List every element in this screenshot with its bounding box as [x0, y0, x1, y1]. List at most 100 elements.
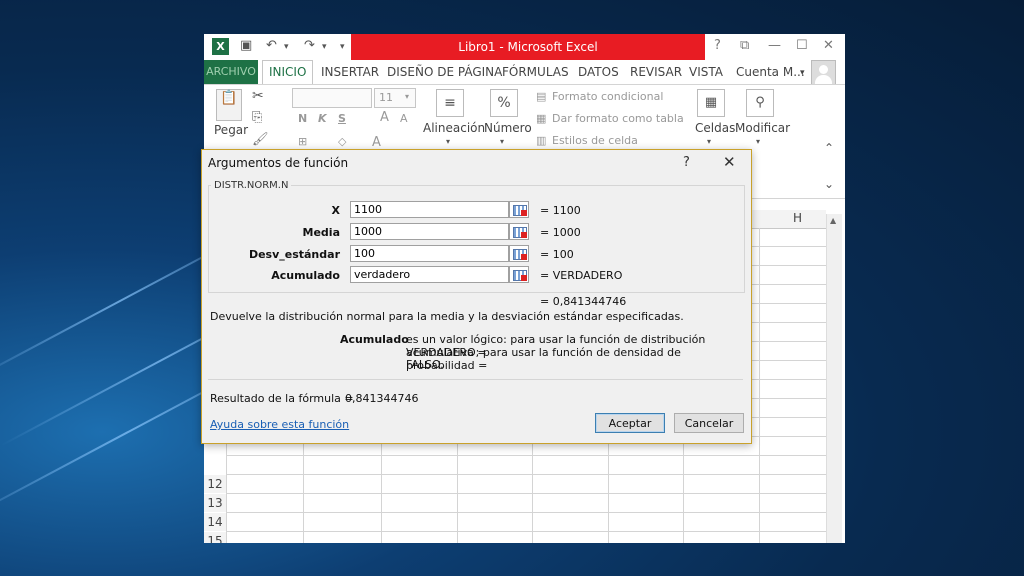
function-description: Devuelve la distribución normal para la … — [210, 310, 684, 323]
range-selector-icon[interactable] — [509, 223, 529, 240]
divider — [208, 379, 743, 380]
font-size-value: 11 — [379, 91, 393, 104]
row-header[interactable]: 15 — [204, 532, 226, 543]
save-icon[interactable]: ▣ — [240, 38, 252, 53]
help-icon[interactable]: ? — [683, 155, 690, 170]
param-description: FALSO. — [406, 358, 444, 371]
dialog-title: Argumentos de función — [208, 156, 349, 170]
range-selector-icon[interactable] — [509, 201, 529, 218]
tab-revisar[interactable]: REVISAR — [630, 65, 682, 79]
decrease-font-icon[interactable]: A — [400, 112, 408, 125]
param-name: Acumulado — [340, 333, 409, 346]
excel-logo-icon: X — [212, 38, 229, 55]
function-name: DISTR.NORM.N — [211, 180, 292, 191]
title-bar: X ▣ ↶ ▾ ↷ ▾ ▾ Libro1 - Microsoft Excel ?… — [204, 34, 845, 60]
ribbon-tabs: ARCHIVO INICIO INSERTAR DISEÑO DE PÁGINA… — [204, 60, 845, 85]
help-icon[interactable]: ? — [714, 38, 721, 53]
redo-dropdown-icon[interactable]: ▾ — [322, 42, 327, 52]
account-name[interactable]: Cuenta M... — [736, 65, 805, 79]
chevron-down-icon: ▾ — [500, 137, 505, 146]
range-selector-icon[interactable] — [509, 245, 529, 262]
arg-input-acumulado[interactable] — [350, 266, 509, 283]
account-dropdown-icon[interactable]: ▾ — [800, 68, 805, 78]
function-arguments-dialog: Argumentos de función ? ✕ DISTR.NORM.N X… — [201, 149, 752, 444]
arg-label-x: X — [331, 204, 340, 217]
increase-font-icon[interactable]: A — [380, 110, 389, 125]
copy-icon[interactable]: ⎘ — [252, 110, 262, 125]
grid-line — [226, 474, 826, 475]
grid-line — [759, 228, 760, 543]
paste-label[interactable]: Pegar — [214, 123, 248, 137]
borders-icon[interactable]: ⊞ — [298, 135, 307, 148]
arg-input-desv[interactable] — [350, 245, 509, 262]
customize-qat-icon[interactable]: ▾ — [340, 42, 345, 52]
overall-result: = 0,841344746 — [540, 295, 627, 308]
row-header[interactable]: 12 — [204, 475, 226, 493]
font-color-icon[interactable]: A — [372, 135, 381, 150]
cut-icon[interactable]: ✂ — [252, 88, 264, 104]
alignment-icon[interactable]: ≡ — [436, 89, 464, 117]
tab-vista[interactable]: VISTA — [689, 65, 723, 79]
alignment-label[interactable]: Alineación — [423, 121, 485, 135]
fill-color-icon[interactable]: ◇ — [338, 135, 346, 148]
font-name-select[interactable] — [292, 88, 372, 108]
conditional-format-label[interactable]: Formato condicional — [552, 90, 663, 103]
chevron-down-icon: ▾ — [707, 137, 712, 146]
font-size-select[interactable]: 11 ▾ — [374, 88, 416, 108]
cancel-button[interactable]: Cancelar — [674, 413, 744, 433]
tab-diseno[interactable]: DISEÑO DE PÁGINA — [387, 65, 502, 79]
range-selector-icon[interactable] — [509, 266, 529, 283]
arg-input-x[interactable] — [350, 201, 509, 218]
cell-styles-icon[interactable]: ▥ — [536, 134, 546, 147]
chevron-down-icon: ▾ — [405, 92, 410, 101]
number-label[interactable]: Número — [484, 121, 532, 135]
undo-dropdown-icon[interactable]: ▾ — [284, 42, 289, 52]
format-table-icon[interactable]: ▦ — [536, 112, 546, 125]
maximize-icon[interactable]: ☐ — [796, 38, 808, 53]
cells-icon[interactable]: ▦ — [697, 89, 725, 117]
tab-formulas[interactable]: FÓRMULAS — [502, 65, 569, 79]
arg-label-media: Media — [302, 226, 340, 239]
tab-archivo[interactable]: ARCHIVO — [204, 60, 258, 84]
edit-label[interactable]: Modificar — [735, 121, 790, 135]
arg-input-media[interactable] — [350, 223, 509, 240]
cells-label[interactable]: Celdas — [695, 121, 735, 135]
formula-result-value: 0,841344746 — [345, 392, 419, 405]
percent-icon[interactable]: % — [490, 89, 518, 117]
expand-formula-bar-icon[interactable]: ⌄ — [824, 177, 834, 191]
scroll-up-icon[interactable]: ▲ — [830, 216, 836, 225]
format-table-label[interactable]: Dar formato como tabla — [552, 112, 684, 125]
grid-line — [226, 455, 826, 456]
underline-button[interactable]: S — [338, 112, 346, 125]
param-description: VERDADERO; para usar la función de densi… — [406, 346, 681, 372]
close-window-icon[interactable]: ✕ — [823, 38, 834, 53]
redo-icon[interactable]: ↷ — [304, 38, 315, 53]
avatar[interactable] — [811, 60, 836, 85]
paste-icon[interactable]: 📋 — [216, 89, 242, 121]
arg-result-acumulado: = VERDADERO — [540, 269, 623, 282]
formula-result-label: Resultado de la fórmula = — [210, 392, 354, 405]
row-header[interactable]: 14 — [204, 513, 226, 531]
vertical-scrollbar[interactable]: ▲ — [826, 214, 842, 543]
window-title: Libro1 - Microsoft Excel — [351, 34, 705, 60]
conditional-format-icon[interactable]: ▤ — [536, 90, 546, 103]
column-header-h[interactable]: H — [793, 211, 802, 225]
ribbon-display-icon[interactable]: ⧉ — [740, 38, 749, 53]
collapse-ribbon-icon[interactable]: ⌃ — [824, 141, 834, 155]
tab-insertar[interactable]: INSERTAR — [321, 65, 379, 79]
cell-styles-label[interactable]: Estilos de celda — [552, 134, 638, 147]
italic-button[interactable]: K — [318, 112, 327, 125]
minimize-icon[interactable]: — — [768, 38, 781, 53]
binoculars-icon[interactable]: ⚲ — [746, 89, 774, 117]
bold-button[interactable]: N — [298, 112, 307, 125]
row-header[interactable]: 13 — [204, 494, 226, 512]
chevron-down-icon: ▾ — [756, 137, 761, 146]
format-painter-icon[interactable]: 🖌 — [252, 132, 269, 147]
ok-button[interactable]: Aceptar — [595, 413, 665, 433]
tab-datos[interactable]: DATOS — [578, 65, 619, 79]
arg-result-x: = 1100 — [540, 204, 581, 217]
undo-icon[interactable]: ↶ — [266, 38, 277, 53]
close-icon[interactable]: ✕ — [723, 153, 736, 171]
help-link[interactable]: Ayuda sobre esta función — [210, 418, 349, 431]
tab-inicio[interactable]: INICIO — [262, 60, 314, 84]
